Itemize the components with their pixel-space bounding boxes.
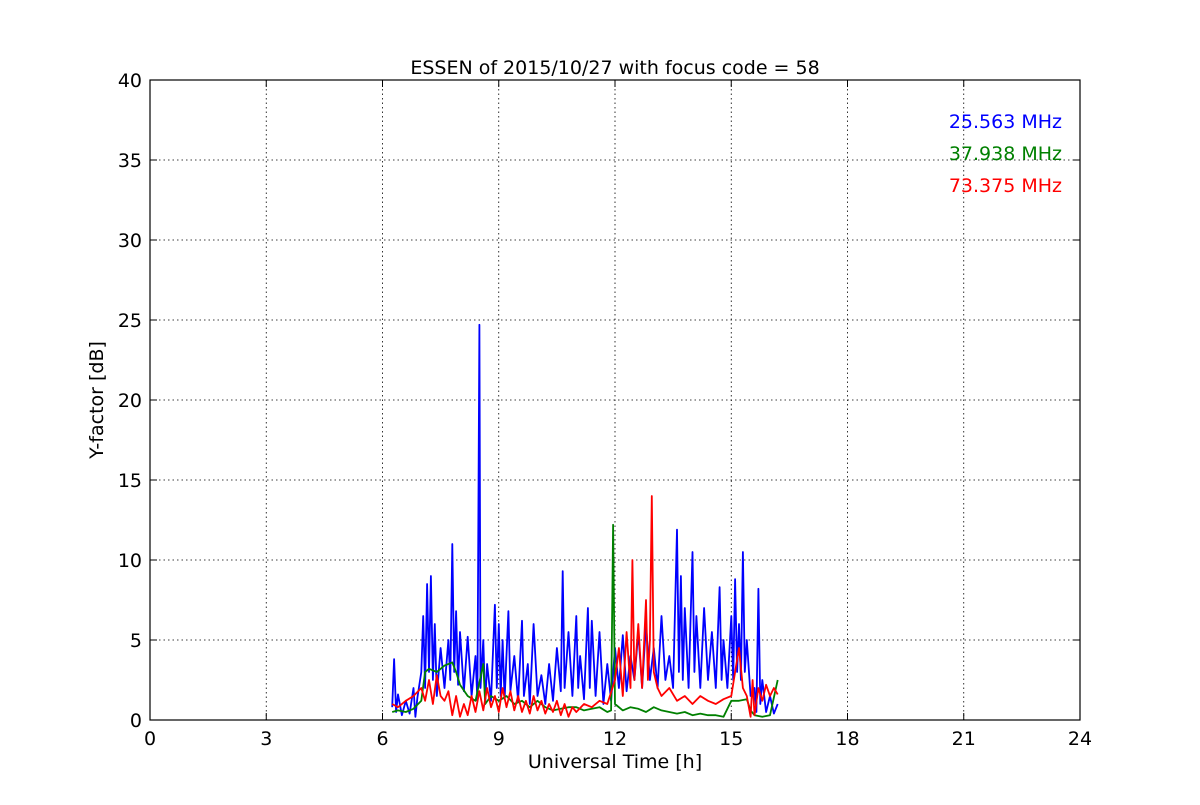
y-axis-label: Y-factor [dB] xyxy=(86,341,108,460)
legend-entry-3: 73.375 MHz xyxy=(949,175,1062,197)
x-tick-label: 0 xyxy=(144,728,156,750)
legend: 25.563 MHz 37.938 MHz 73.375 MHz xyxy=(949,111,1062,197)
chart-container: 0 3 6 9 12 15 18 21 24 0 5 10 15 20 25 30 35 40 25.563 MH… xyxy=(0,0,1200,800)
chart-title: ESSEN of 2015/10/27 with focus code = 58 xyxy=(410,57,819,79)
x-tick-label: 9 xyxy=(493,728,505,750)
y-tick-label: 30 xyxy=(118,230,142,252)
y-tick-label: 20 xyxy=(118,390,142,412)
y-tick-label: 25 xyxy=(118,310,142,332)
x-tick-label: 6 xyxy=(376,728,388,750)
y-tick-label: 5 xyxy=(130,630,142,652)
y-tick-label: 40 xyxy=(118,70,142,92)
x-tick-label: 3 xyxy=(260,728,272,750)
legend-entry-1: 25.563 MHz xyxy=(949,111,1062,133)
y-tick-label: 35 xyxy=(118,150,142,172)
x-tick-label: 21 xyxy=(952,728,976,750)
x-tick-label: 15 xyxy=(719,728,743,750)
chart-svg: 0 3 6 9 12 15 18 21 24 0 5 10 15 20 25 30 35 40 25.563 MH… xyxy=(0,0,1200,800)
x-axis-label: Universal Time [h] xyxy=(528,751,702,773)
y-tick-label: 10 xyxy=(118,550,142,572)
y-tick-label: 0 xyxy=(130,710,142,732)
x-tick-label: 24 xyxy=(1068,728,1092,750)
y-tick-label: 15 xyxy=(118,470,142,492)
legend-entry-2: 37.938 MHz xyxy=(949,143,1062,165)
x-tick-label: 18 xyxy=(835,728,859,750)
x-tick-label: 12 xyxy=(603,728,627,750)
